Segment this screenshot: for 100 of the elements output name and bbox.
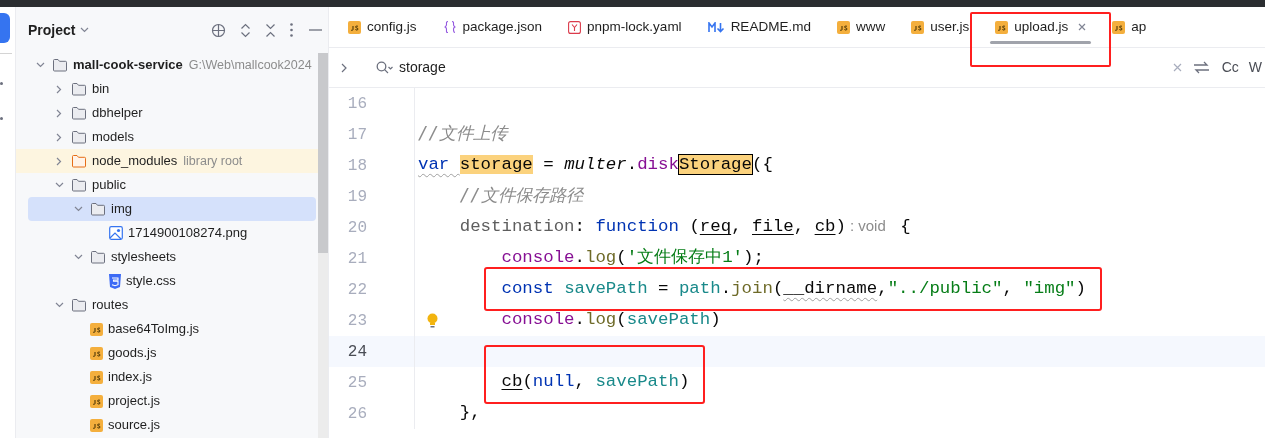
more-icon[interactable] <box>290 23 293 37</box>
editor-tab[interactable]: user.js <box>898 7 983 47</box>
tree-label: 1714900108274.png <box>128 224 248 243</box>
search-field[interactable]: storage <box>399 57 1173 78</box>
tree-item[interactable]: goods.js <box>16 341 318 365</box>
tree-item[interactable]: routes <box>16 293 318 317</box>
code-line: }, <box>458 402 481 425</box>
panel-title[interactable]: Project <box>28 19 76 41</box>
tree-label: base64ToImg.js <box>108 320 200 339</box>
line-number: 17 <box>346 124 367 146</box>
line-number: 22 <box>346 279 367 301</box>
expand-all-icon[interactable] <box>240 22 251 38</box>
tree-label: routes <box>92 296 129 315</box>
tree-item[interactable]: base64ToImg.js <box>16 317 318 341</box>
line-number: 25 <box>346 372 367 394</box>
js-file-icon <box>90 394 103 408</box>
folder-icon <box>52 58 68 72</box>
project-tool-button[interactable] <box>0 13 10 43</box>
tree-item[interactable]: style.css <box>16 269 318 293</box>
js-file-icon <box>1112 20 1126 34</box>
folder-icon <box>71 298 87 312</box>
code-line: //文件保存路径 <box>458 184 583 208</box>
tree-item[interactable]: public <box>16 173 318 197</box>
tree-item[interactable]: models <box>16 125 318 149</box>
js-file-icon <box>911 20 925 34</box>
tree-item[interactable]: dbhelper <box>16 101 318 125</box>
js-file-icon <box>90 346 103 360</box>
tree-item[interactable]: mall-cook-service G:\Web\mallcook2024 <box>16 53 318 77</box>
line-number: 26 <box>346 403 367 425</box>
code-line: var storage = multer.diskStorage({ <box>418 154 773 177</box>
code-line: console.log(savePath) <box>500 309 721 332</box>
tree-label: source.js <box>108 416 161 435</box>
editor-tab[interactable]: README.md <box>694 7 824 47</box>
tree-item[interactable]: project.js <box>16 389 318 413</box>
tree-note: library root <box>183 152 243 170</box>
clear-icon[interactable] <box>1172 63 1182 72</box>
crosshair-icon[interactable] <box>211 22 226 38</box>
folder-icon <box>71 106 87 120</box>
editor-tab[interactable]: upload.js <box>982 7 1100 47</box>
folder-icon <box>71 130 87 144</box>
tree-label: style.css <box>126 272 176 291</box>
line-number: 20 <box>346 217 367 239</box>
tree-label: mall-cook-service <box>73 56 183 75</box>
code-line: destination: function (req, file, cb) : void { <box>458 216 911 239</box>
yaml-file-icon <box>568 20 582 34</box>
markdown-icon <box>707 21 725 33</box>
tree-label: project.js <box>108 392 161 411</box>
tree-label: public <box>92 176 126 195</box>
tree-item[interactable]: source.js <box>16 413 318 437</box>
search-icon[interactable] <box>376 61 393 74</box>
code-line: console.log('文件保存中1'); <box>500 247 764 270</box>
folder-icon <box>90 250 106 264</box>
code-line: const savePath = path.join(__dirname,"../public", "img") <box>418 276 1086 303</box>
tree-label: bin <box>92 80 110 99</box>
tool-icon[interactable] <box>0 117 3 120</box>
newline-icon[interactable] <box>1192 60 1210 75</box>
js-file-icon <box>995 20 1009 34</box>
braces-icon <box>442 20 457 34</box>
line-number: 18 <box>346 155 367 177</box>
close-icon[interactable] <box>1078 23 1087 31</box>
js-file-icon <box>90 322 103 336</box>
editor-tab[interactable]: config.js <box>335 7 430 47</box>
collapse-all-icon[interactable] <box>265 22 276 38</box>
line-number: 23 <box>346 310 367 332</box>
search-option-toggle[interactable]: W <box>1248 57 1262 78</box>
css-file-icon <box>109 273 121 289</box>
tree-label: models <box>92 128 134 147</box>
line-number: 16 <box>346 93 367 115</box>
search-option-toggle[interactable]: Cc <box>1221 57 1239 78</box>
editor-tab[interactable]: pnpm-lock.yaml <box>555 7 695 47</box>
js-file-icon <box>90 418 103 432</box>
image-file-icon <box>109 226 123 240</box>
tree-item[interactable]: 1714900108274.png <box>16 221 318 245</box>
code-line: //文件上传 <box>418 122 507 146</box>
tree-item[interactable]: bin <box>16 77 318 101</box>
js-file-icon <box>348 20 361 34</box>
editor-tab[interactable]: package.json <box>429 7 556 47</box>
js-file-icon <box>90 370 103 384</box>
tree-item[interactable]: img <box>28 197 316 221</box>
line-number: 19 <box>346 186 367 208</box>
chevron-right-icon[interactable] <box>341 62 347 73</box>
tree-item[interactable]: stylesheets <box>16 245 318 269</box>
folder-icon <box>71 154 87 168</box>
js-file-icon <box>836 20 850 34</box>
scrollbar[interactable] <box>318 53 328 438</box>
folder-icon <box>90 202 106 216</box>
folder-icon <box>71 178 87 192</box>
tree-item[interactable]: node_modules library root <box>16 149 318 173</box>
editor-tab[interactable]: www <box>823 7 899 47</box>
tree-label: img <box>111 200 132 219</box>
tree-label: dbhelper <box>92 104 143 123</box>
tree-label: goods.js <box>108 344 157 363</box>
tree-item[interactable]: index.js <box>16 365 318 389</box>
editor-tab[interactable]: ap <box>1099 7 1160 47</box>
chevron-down-icon[interactable] <box>80 27 90 33</box>
line-number: 24 <box>346 341 367 363</box>
tree-label: index.js <box>108 368 153 387</box>
tree-note: G:\Web\mallcook2024 <box>188 56 312 74</box>
line-number: 21 <box>346 248 367 270</box>
tool-icon[interactable] <box>0 82 3 85</box>
